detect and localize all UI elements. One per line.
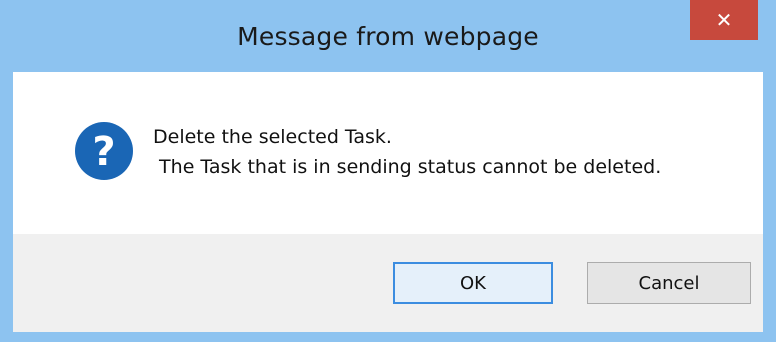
close-button[interactable]: ✕ <box>690 0 758 40</box>
window-frame-left <box>0 0 13 342</box>
message-line-2: The Task that is in sending status canno… <box>153 156 662 178</box>
close-icon: ✕ <box>715 8 733 32</box>
dialog-title: Message from webpage <box>237 22 539 51</box>
question-icon: ? <box>75 122 133 180</box>
message-dialog: Message from webpage ✕ ? Delete the sele… <box>0 0 776 342</box>
dialog-message: Delete the selected Task. The Task that … <box>153 122 661 182</box>
window-frame-bottom <box>0 332 776 342</box>
svg-text:?: ? <box>92 129 115 175</box>
ok-button[interactable]: OK <box>393 262 553 304</box>
dialog-content: ? Delete the selected Task. The Task tha… <box>13 72 763 234</box>
cancel-button[interactable]: Cancel <box>587 262 751 304</box>
title-bar[interactable]: Message from webpage ✕ <box>0 0 776 72</box>
window-frame-right <box>763 0 776 342</box>
message-line-1: Delete the selected Task. <box>153 126 392 148</box>
dialog-footer: OK Cancel <box>13 234 763 332</box>
